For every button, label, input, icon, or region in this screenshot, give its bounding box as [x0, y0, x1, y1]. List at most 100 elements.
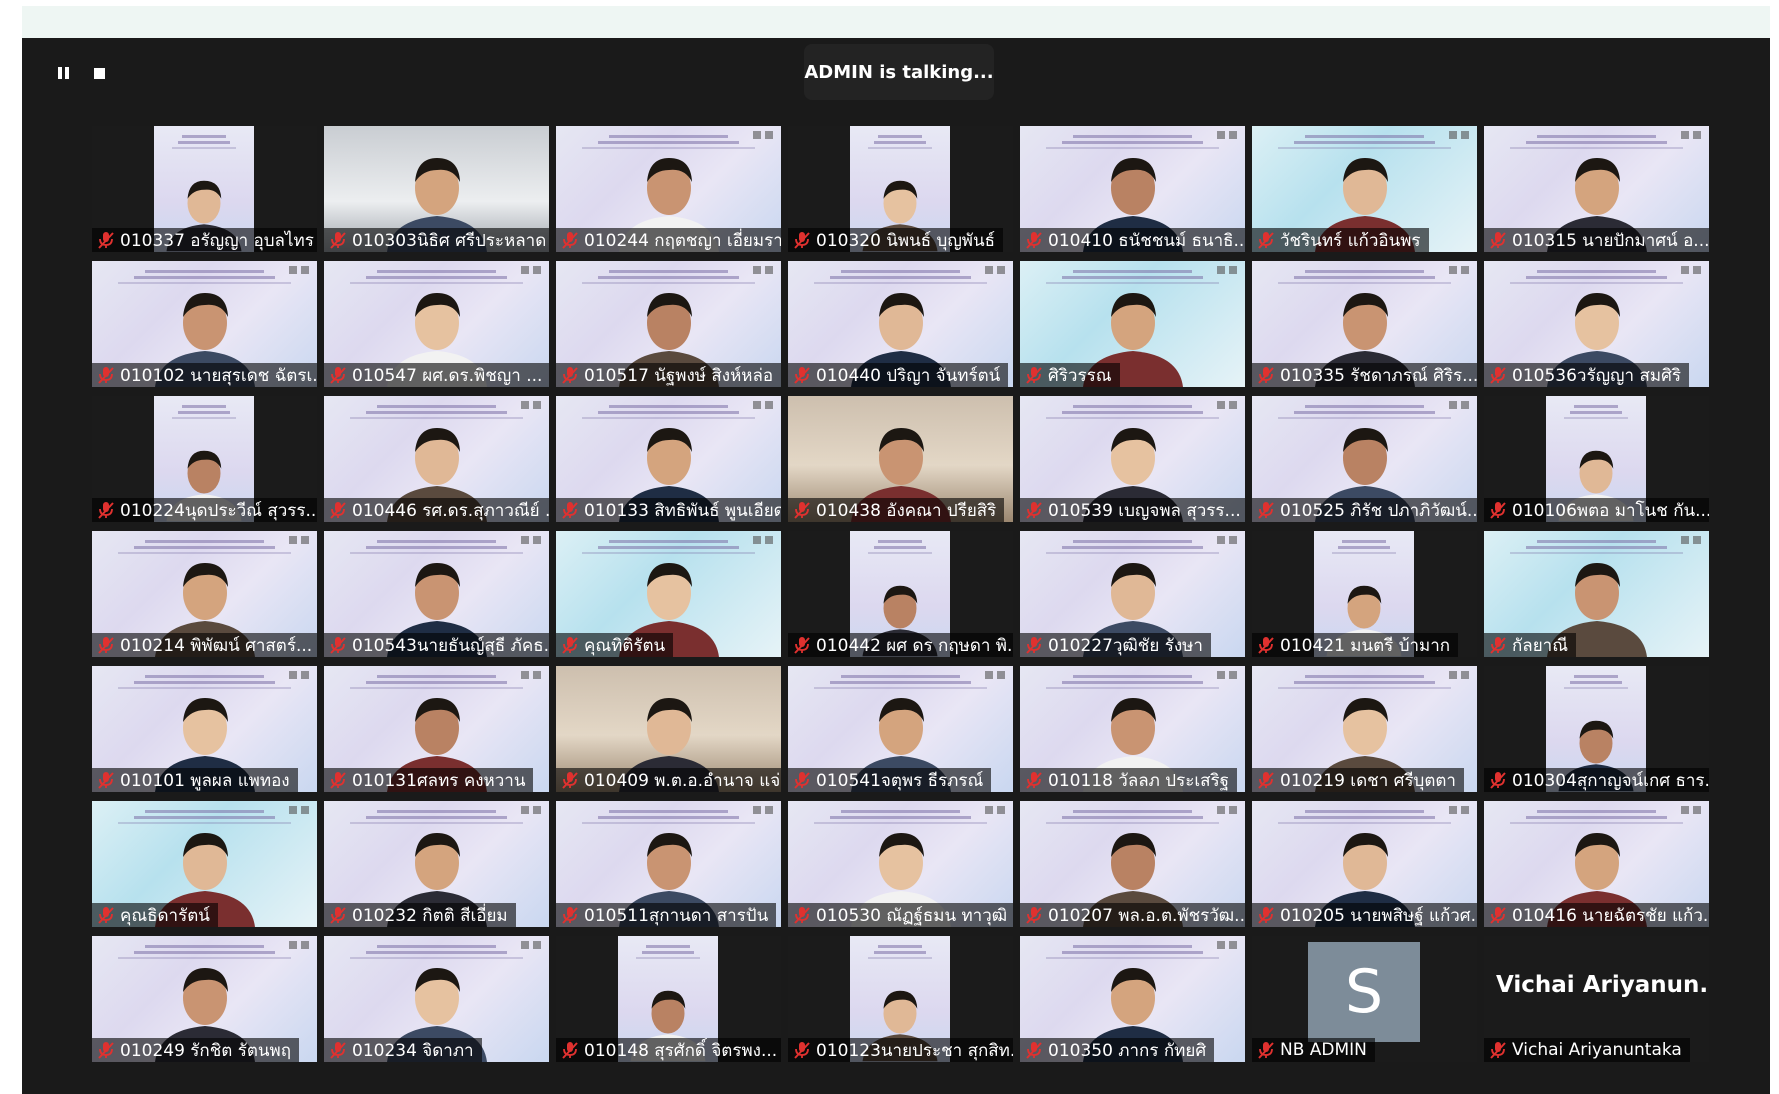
participant-tile[interactable]: 010227วุฒิชัย รังษา	[1020, 531, 1245, 657]
participant-tile[interactable]: S NB ADMIN	[1252, 936, 1477, 1062]
participant-tile[interactable]: 010249 รักชิต รัตนพฤ	[92, 936, 317, 1062]
stop-icon	[93, 67, 105, 79]
participant-tile[interactable]: 010335 รัชดาภรณ์ ศิริร...	[1252, 261, 1477, 387]
participant-tile[interactable]: 010214 พิพัฒน์ ศาสตร์...	[92, 531, 317, 657]
participant-tile[interactable]: 010205 นายพสิษฐ์ แก้วศ...	[1252, 801, 1477, 927]
participant-tile[interactable]: 010421 มนตรี บ้ามาก	[1252, 531, 1477, 657]
participant-tile[interactable]: 010416 นายฉัตรชัย แก้ว...	[1484, 801, 1709, 927]
participant-name: 010133 สิทธิพันธ์ พูนเอียด	[584, 500, 781, 521]
muted-mic-icon	[1256, 905, 1276, 925]
muted-mic-icon	[1488, 905, 1508, 925]
participant-tile[interactable]: 010123นายประชา สุกสิท...	[788, 936, 1013, 1062]
participant-tile[interactable]: 010539 เบญจพล สุวรร...	[1020, 396, 1245, 522]
slide-icons	[289, 806, 309, 814]
participant-name-label: 010227วุฒิชัย รังษา	[1020, 633, 1211, 657]
participant-tile[interactable]: 010224นุดประวีณ์ สุวรร...	[92, 396, 317, 522]
participant-name: 010227วุฒิชัย รังษา	[1048, 635, 1203, 656]
participant-tile[interactable]: 010101 พูลผล แพทอง	[92, 666, 317, 792]
participant-tile[interactable]: 010530 ณัฏฐ์ธมน ทาวุฒิ	[788, 801, 1013, 927]
participant-tile[interactable]: วัชรินทร์ แก้วอินพร	[1252, 126, 1477, 252]
participant-tile[interactable]: 010440 ปริญา จันทร์ตน์	[788, 261, 1013, 387]
participant-tile[interactable]: 010409 พ.ต.อ.อำนาจ แจ่...	[556, 666, 781, 792]
participant-tile[interactable]: 010410 ธนัชชนม์ ธนาธิ...	[1020, 126, 1245, 252]
slide-icons	[985, 266, 1005, 274]
participant-name: 010102 นายสุรเดช ฉัตรเ...	[120, 365, 317, 386]
participant-tile[interactable]: 010131ศลทร คงหวาน	[324, 666, 549, 792]
participant-tile[interactable]: 010244 กฤตชญา เอี่ยมรา...	[556, 126, 781, 252]
muted-mic-icon	[560, 770, 580, 790]
participant-tile[interactable]: 010303นิธิศ ศรีประหลาด	[324, 126, 549, 252]
participant-name-label: Vichai Ariyanuntaka	[1484, 1038, 1690, 1062]
participant-tile[interactable]: 010517 นัฐพงษ์ สิงห์หล่อ	[556, 261, 781, 387]
participant-name-label: 010536วรัญญา สมศิริ	[1484, 363, 1689, 387]
participant-tile[interactable]: 010234 จิดาภา	[324, 936, 549, 1062]
participant-tile[interactable]: 010541จตุพร ธีรภรณ์	[788, 666, 1013, 792]
participant-tile[interactable]: 010337 อรัญญา อุบลไทร	[92, 126, 317, 252]
participant-name: NB ADMIN	[1280, 1040, 1367, 1060]
participant-name: 010131ศลทร คงหวาน	[352, 770, 526, 791]
pause-button[interactable]	[52, 62, 74, 84]
slide-icons	[753, 131, 773, 139]
muted-mic-icon	[1256, 1040, 1276, 1060]
participant-tile[interactable]: 010438 อังคณา ปรียสิริ	[788, 396, 1013, 522]
participant-tile[interactable]: 010304สุกาญจน์เกศ ธาร...	[1484, 666, 1709, 792]
participant-tile[interactable]: 010446 รศ.ดร.สุภาวณีย์ ...	[324, 396, 549, 522]
participant-name-label: 010303นิธิศ ศรีประหลาด	[324, 228, 549, 252]
slide-icons	[1217, 401, 1237, 409]
slide-icons	[289, 266, 309, 274]
participant-name-label: 010101 พูลผล แพทอง	[92, 768, 298, 792]
participant-tile[interactable]: 010232 กิตติ สีเอี่ยม	[324, 801, 549, 927]
participant-tile[interactable]: 010148 สุรศักดิ์ จิตรพง...	[556, 936, 781, 1062]
participant-name: 010541จตุพร ธีรภรณ์	[816, 770, 984, 791]
participant-tile[interactable]: 010106พตอ มาโนช กัน...	[1484, 396, 1709, 522]
participant-name: Vichai Ariyanuntaka	[1512, 1040, 1682, 1060]
muted-mic-icon	[792, 770, 812, 790]
participant-name: 010232 กิตติ สีเอี่ยม	[352, 905, 508, 926]
participant-tile[interactable]: 010525 ภิรัช ปภาภิวัฒน์...	[1252, 396, 1477, 522]
participant-name: 010234 จิดาภา	[352, 1040, 474, 1061]
muted-mic-icon	[560, 230, 580, 250]
participant-tile[interactable]: คุณทิติรัตน	[556, 531, 781, 657]
participant-tile[interactable]: 010543นายธันญ์สุธี ภัคธ...	[324, 531, 549, 657]
muted-mic-icon	[96, 1040, 116, 1060]
participant-name-label: 010440 ปริญา จันทร์ตน์	[788, 363, 1009, 387]
muted-mic-icon	[792, 905, 812, 925]
participant-tile[interactable]: 010442 ผศ ดร กฤษดา พิ...	[788, 531, 1013, 657]
participant-name-label: 010304สุกาญจน์เกศ ธาร...	[1484, 768, 1709, 792]
participant-tile[interactable]: 010133 สิทธิพันธ์ พูนเอียด	[556, 396, 781, 522]
muted-mic-icon	[1024, 635, 1044, 655]
participant-tile[interactable]: 010547 ผศ.ดร.พิชญา ...	[324, 261, 549, 387]
participant-name-label: 010244 กฤตชญา เอี่ยมรา...	[556, 228, 781, 252]
participant-name-label: 010517 นัฐพงษ์ สิงห์หล่อ	[556, 363, 781, 387]
participant-tile[interactable]: 010207 พล.อ.ต.พัชรวัฒ...	[1020, 801, 1245, 927]
slide-icons	[1217, 806, 1237, 814]
slide-icons	[521, 401, 541, 409]
participant-grid: 010337 อรัญญา อุบลไทร 010303นิธิศ ศรีประห…	[92, 126, 1709, 1066]
muted-mic-icon	[1256, 230, 1276, 250]
muted-mic-icon	[1024, 905, 1044, 925]
participant-name-label: NB ADMIN	[1252, 1038, 1375, 1062]
participant-name: 010337 อรัญญา อุบลไทร	[120, 230, 314, 251]
muted-mic-icon	[328, 1040, 348, 1060]
participant-name: วัชรินทร์ แก้วอินพร	[1280, 230, 1421, 251]
participant-tile[interactable]: 010102 นายสุรเดช ฉัตรเ...	[92, 261, 317, 387]
participant-tile[interactable]: 010219 เดชา ศรีบุตตา	[1252, 666, 1477, 792]
participant-name-label: 010525 ภิรัช ปภาภิวัฒน์...	[1252, 498, 1477, 522]
stop-button[interactable]	[88, 62, 110, 84]
slide-icons	[1217, 941, 1237, 949]
participant-name-label: 010442 ผศ ดร กฤษดา พิ...	[788, 633, 1013, 657]
participant-tile[interactable]: Vichai Ariyanun... Vichai Ariyanuntaka	[1484, 936, 1709, 1062]
participant-tile[interactable]: 010536วรัญญา สมศิริ	[1484, 261, 1709, 387]
participant-name: 010219 เดชา ศรีบุตตา	[1280, 770, 1456, 791]
participant-tile[interactable]: 010315 นายปักมาศน์ อ...	[1484, 126, 1709, 252]
participant-name-label: 010539 เบญจพล สุวรร...	[1020, 498, 1245, 522]
muted-mic-icon	[96, 905, 116, 925]
participant-tile[interactable]: ศิริวรรณ	[1020, 261, 1245, 387]
participant-tile[interactable]: คุณธิดารัตน์	[92, 801, 317, 927]
muted-mic-icon	[1024, 500, 1044, 520]
participant-tile[interactable]: กัลยาณี	[1484, 531, 1709, 657]
participant-tile[interactable]: 010350 ภากร กัทยศิ	[1020, 936, 1245, 1062]
participant-tile[interactable]: 010511สุกานดา สารปัน	[556, 801, 781, 927]
participant-tile[interactable]: 010320 นิพนธ์ บุญพันธ์	[788, 126, 1013, 252]
participant-tile[interactable]: 010118 วัลลภ ประเสริฐ	[1020, 666, 1245, 792]
